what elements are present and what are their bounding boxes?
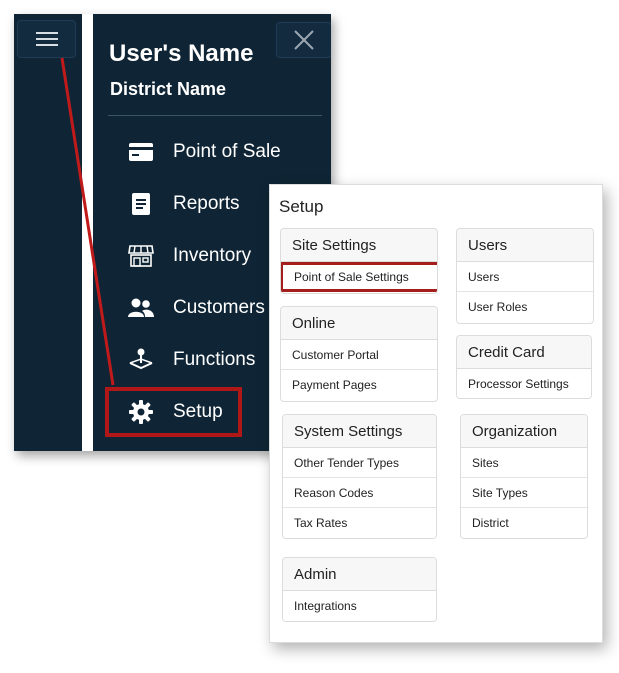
nav-item-label: Point of Sale: [173, 141, 281, 162]
link-user-roles[interactable]: User Roles: [457, 292, 593, 322]
group-header: Admin: [283, 558, 436, 591]
hamburger-menu-button[interactable]: [17, 20, 76, 58]
group-organization: Organization Sites Site Types District: [460, 414, 588, 539]
joystick-icon: [126, 348, 156, 372]
link-users[interactable]: Users: [457, 262, 593, 292]
nav-item-label: Setup: [173, 401, 223, 422]
district-name: District Name: [110, 79, 227, 99]
group-admin: Admin Integrations: [282, 557, 437, 622]
group-system-settings: System Settings Other Tender Types Reaso…: [282, 414, 437, 539]
group-credit-card: Credit Card Processor Settings: [456, 335, 592, 399]
group-header: Organization: [461, 415, 587, 448]
setup-title: Setup: [279, 197, 324, 216]
nav-item-label: Functions: [173, 349, 256, 370]
link-sites[interactable]: Sites: [461, 448, 587, 478]
store-icon: [126, 244, 156, 268]
document-icon: [126, 192, 156, 216]
nav-item-point-of-sale[interactable]: Point of Sale: [126, 134, 306, 170]
setup-panel: Setup Site Settings Point of Sale Settin…: [269, 184, 603, 643]
nav-item-label: Reports: [173, 193, 240, 214]
group-header: Credit Card: [457, 336, 591, 369]
link-processor-settings[interactable]: Processor Settings: [457, 369, 591, 398]
group-users: Users Users User Roles: [456, 228, 594, 324]
nav-item-label: Inventory: [173, 245, 252, 266]
link-payment-pages[interactable]: Payment Pages: [281, 370, 437, 400]
nav-item-setup[interactable]: Setup: [105, 387, 242, 437]
link-tax-rates[interactable]: Tax Rates: [283, 508, 436, 538]
link-other-tender-types[interactable]: Other Tender Types: [283, 448, 436, 478]
link-customer-portal[interactable]: Customer Portal: [281, 340, 437, 370]
link-site-types[interactable]: Site Types: [461, 478, 587, 508]
group-site-settings: Site Settings Point of Sale Settings: [280, 228, 438, 294]
link-point-of-sale-settings[interactable]: Point of Sale Settings: [281, 262, 437, 292]
group-header: System Settings: [283, 415, 436, 448]
panel-divider-strip: [82, 14, 93, 451]
close-icon: [294, 30, 314, 50]
nav-item-label: Customers: [173, 297, 265, 318]
credit-card-icon: [126, 140, 156, 164]
nav-divider: [108, 115, 322, 116]
link-reason-codes[interactable]: Reason Codes: [283, 478, 436, 508]
gear-icon: [126, 400, 156, 424]
close-menu-button[interactable]: [276, 22, 331, 58]
group-header: Users: [457, 229, 593, 262]
link-district[interactable]: District: [461, 508, 587, 538]
link-integrations[interactable]: Integrations: [283, 591, 436, 621]
user-name: User's Name: [109, 40, 254, 67]
hamburger-icon: [35, 32, 58, 46]
group-header: Site Settings: [281, 229, 437, 262]
group-header: Online: [281, 307, 437, 340]
users-icon: [126, 296, 156, 320]
group-online: Online Customer Portal Payment Pages: [280, 306, 438, 402]
